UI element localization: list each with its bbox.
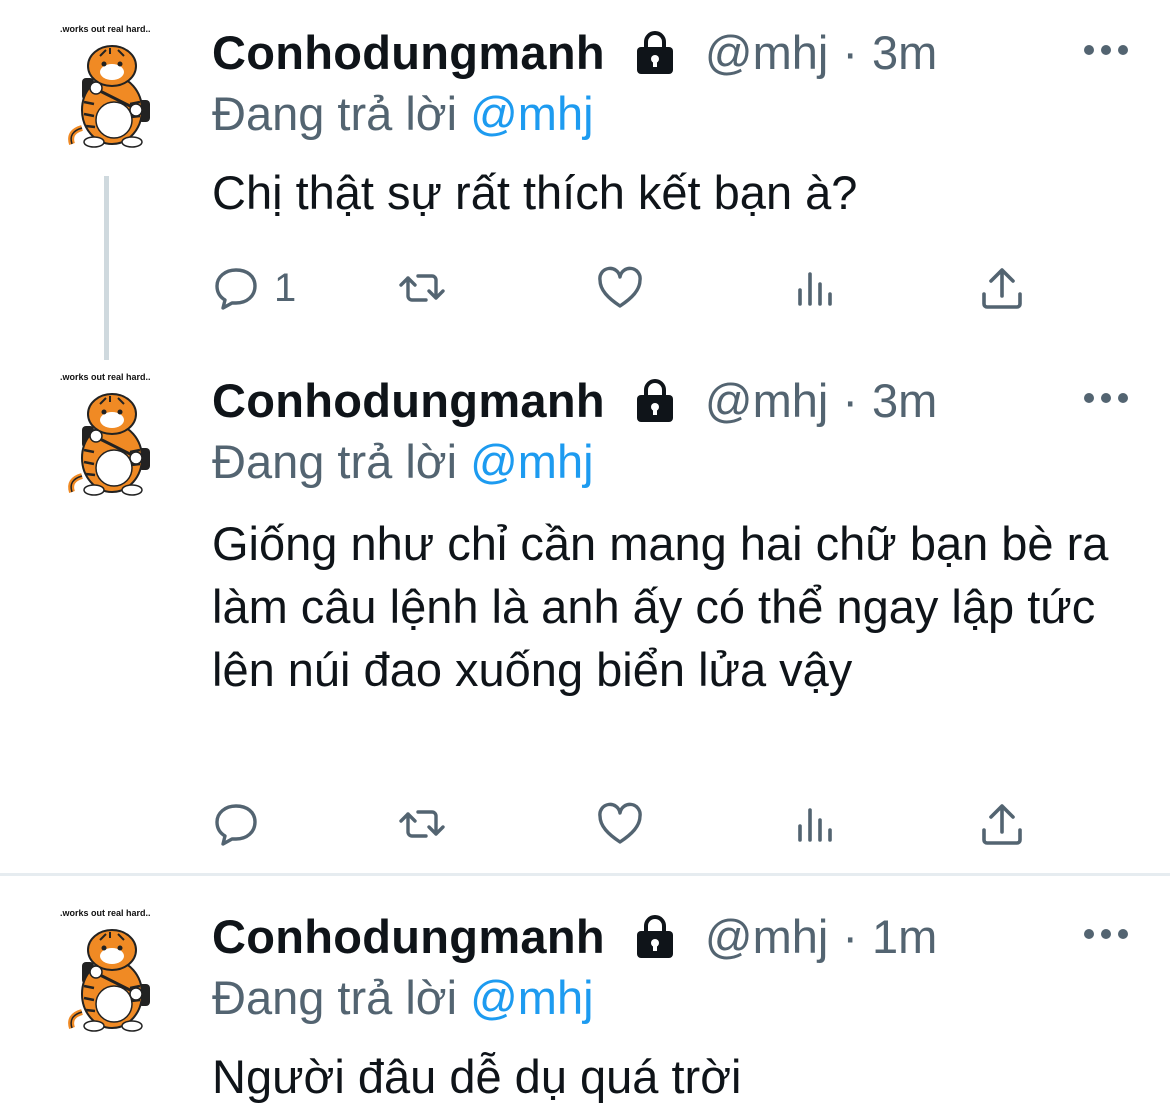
reply-mention-link[interactable]: @mhj bbox=[470, 435, 593, 488]
timestamp[interactable]: 1m bbox=[872, 909, 937, 964]
display-name[interactable]: Conhodungmanh bbox=[212, 373, 605, 428]
avatar[interactable]: .works out real hard.. bbox=[40, 906, 170, 1036]
tweet-3[interactable]: .works out real hard.. Conhodungmanh @mh… bbox=[0, 0, 1170, 1103]
separator: · bbox=[842, 373, 858, 427]
tiger-avatar-image bbox=[40, 906, 170, 1036]
views-icon bbox=[790, 800, 838, 848]
lock-icon bbox=[631, 376, 679, 424]
tweet-header: Conhodungmanh @mhj · 3m bbox=[212, 370, 937, 430]
retweet-button[interactable] bbox=[398, 794, 446, 854]
user-handle[interactable]: @mhj bbox=[705, 909, 828, 964]
avatar[interactable]: .works out real hard.. bbox=[40, 370, 170, 500]
tweet-actions bbox=[212, 794, 1072, 854]
more-icon[interactable] bbox=[1084, 924, 1128, 944]
reply-prefix: Đang trả lời bbox=[212, 435, 458, 488]
heart-icon bbox=[596, 800, 644, 848]
share-button[interactable] bbox=[978, 794, 1026, 854]
reply-mention-link[interactable]: @mhj bbox=[470, 971, 593, 1024]
tweet-text: Giống như chỉ cần mang hai chữ bạn bè ra… bbox=[212, 517, 1109, 696]
lock-icon bbox=[631, 912, 679, 960]
avatar-caption: .works out real hard.. bbox=[60, 908, 151, 918]
reply-button[interactable] bbox=[212, 794, 260, 854]
reply-icon bbox=[212, 800, 260, 848]
user-handle[interactable]: @mhj bbox=[705, 373, 828, 428]
views-button[interactable] bbox=[790, 794, 838, 854]
replying-to: Đang trả lời @mhj bbox=[212, 434, 594, 489]
tweet-header: Conhodungmanh @mhj · 1m bbox=[212, 906, 937, 966]
like-button[interactable] bbox=[596, 794, 644, 854]
share-icon bbox=[978, 800, 1026, 848]
tweet-divider bbox=[0, 873, 1170, 876]
timestamp[interactable]: 3m bbox=[872, 373, 937, 428]
tiger-avatar-image bbox=[40, 370, 170, 500]
retweet-icon bbox=[398, 800, 446, 848]
display-name[interactable]: Conhodungmanh bbox=[212, 909, 605, 964]
avatar-caption: .works out real hard.. bbox=[60, 372, 151, 382]
more-icon[interactable] bbox=[1084, 388, 1128, 408]
reply-prefix: Đang trả lời bbox=[212, 971, 458, 1024]
replying-to: Đang trả lời @mhj bbox=[212, 970, 594, 1025]
separator: · bbox=[842, 909, 858, 963]
tweet-text: Người đâu dễ dụ quá trời bbox=[212, 1050, 742, 1103]
